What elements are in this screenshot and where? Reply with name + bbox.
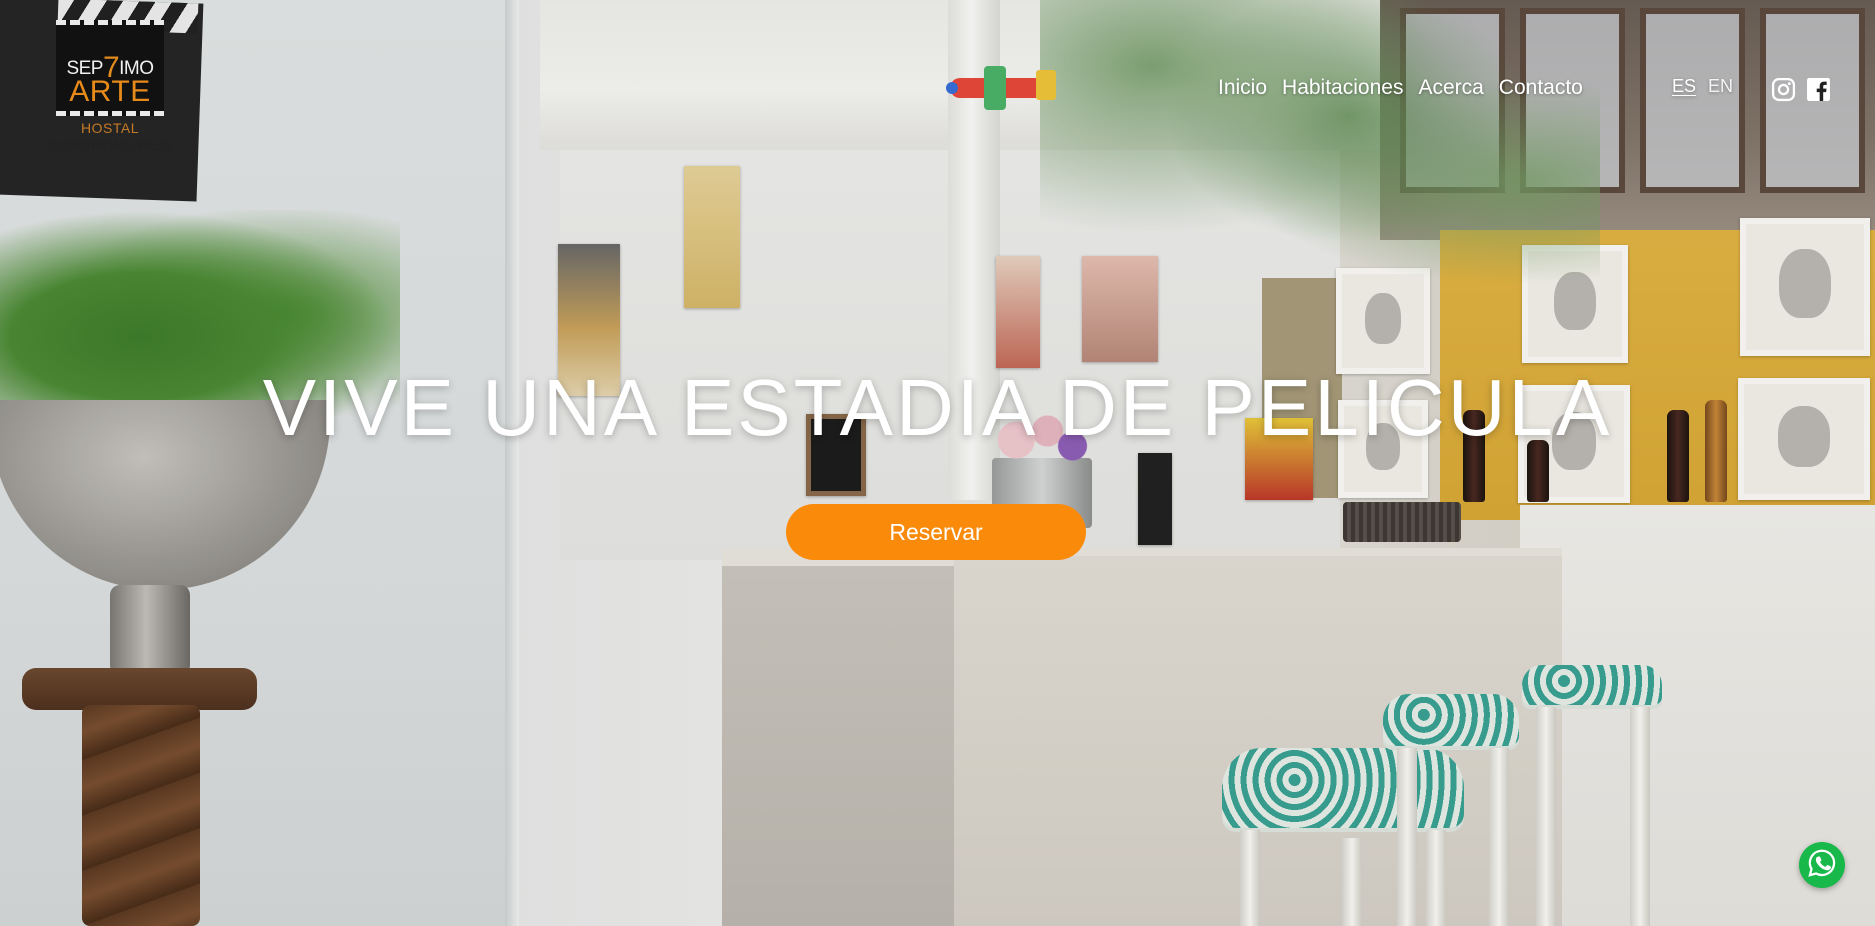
whatsapp-button[interactable] bbox=[1799, 842, 1845, 888]
lang-en[interactable]: EN bbox=[1708, 76, 1733, 97]
logo-subtitle: HOSTAL bbox=[81, 120, 139, 136]
lang-es[interactable]: ES bbox=[1672, 76, 1696, 97]
main-nav: Inicio Habitaciones Acerca Contacto bbox=[1218, 76, 1583, 100]
instagram-icon[interactable] bbox=[1771, 77, 1796, 102]
hero-overlay bbox=[0, 0, 1875, 926]
logo-line2: ARTE bbox=[69, 75, 151, 108]
nav-item-acerca[interactable]: Acerca bbox=[1418, 76, 1483, 100]
whatsapp-icon bbox=[1807, 848, 1837, 882]
language-switcher: ES EN bbox=[1672, 76, 1733, 97]
nav-item-habitaciones[interactable]: Habitaciones bbox=[1282, 76, 1403, 100]
reserve-button[interactable]: Reservar bbox=[786, 504, 1086, 560]
nav-item-inicio[interactable]: Inicio bbox=[1218, 76, 1267, 100]
social-links bbox=[1771, 77, 1831, 102]
nav-item-contacto[interactable]: Contacto bbox=[1499, 76, 1583, 100]
site-logo[interactable]: SEP7IMO ARTE HOSTAL COWORKING PASA bbox=[40, 16, 190, 166]
hero-background bbox=[0, 0, 1875, 926]
hero-headline: VIVE UNA ESTADIA DE PELICULA bbox=[262, 363, 1613, 452]
logo-tagline: COWORKING PASA bbox=[48, 138, 172, 153]
facebook-icon[interactable] bbox=[1806, 77, 1831, 102]
logo-emblem: SEP7IMO ARTE bbox=[56, 20, 164, 116]
